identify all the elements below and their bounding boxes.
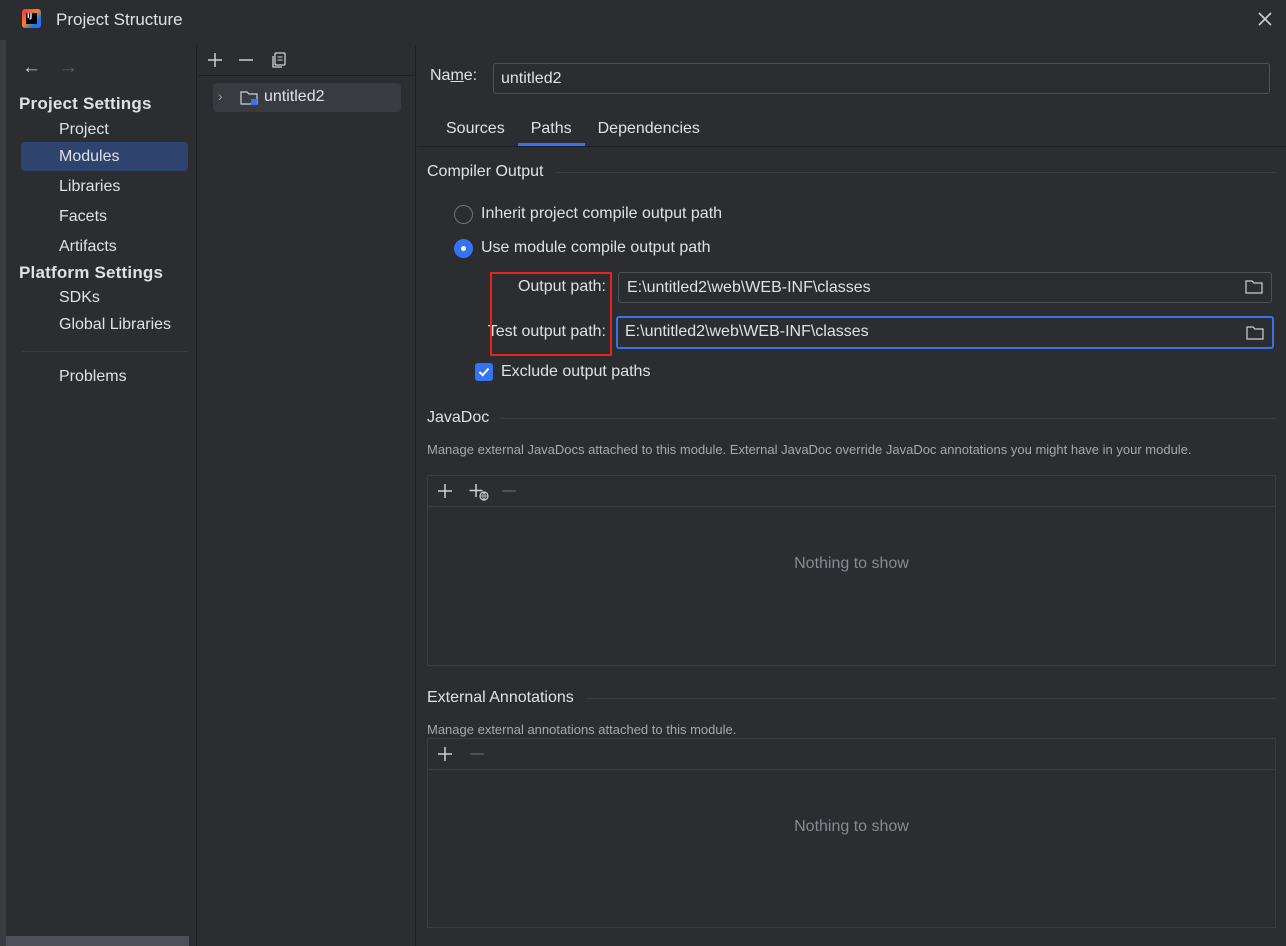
output-path-input[interactable]: E:\untitled2\web\WEB-INF\classes xyxy=(618,272,1272,303)
nav-item-facets[interactable]: Facets xyxy=(21,202,188,231)
add-icon[interactable] xyxy=(206,51,224,69)
nav-scrollbar[interactable] xyxy=(6,936,189,946)
browse-folder-icon[interactable] xyxy=(1246,325,1264,341)
nav-item-libraries[interactable]: Libraries xyxy=(21,172,188,201)
highlight-annotation-box xyxy=(490,272,612,356)
module-tree-row[interactable]: › untitled2 xyxy=(213,83,401,112)
nav-item-modules[interactable]: Modules xyxy=(21,142,188,171)
add-url-icon[interactable] xyxy=(468,482,490,502)
close-icon[interactable] xyxy=(1254,8,1276,30)
inherit-output-radio[interactable] xyxy=(454,205,473,224)
javadoc-empty-text: Nothing to show xyxy=(794,555,909,572)
compiler-output-heading: Compiler Output xyxy=(427,163,1276,181)
external-annotations-heading: External Annotations xyxy=(427,689,1276,707)
module-tree-panel: › untitled2 xyxy=(198,45,416,946)
tab-divider xyxy=(417,146,1286,147)
javadoc-list-panel: Nothing to show xyxy=(427,475,1276,666)
tab-dependencies[interactable]: Dependencies xyxy=(585,113,713,146)
browse-folder-icon[interactable] xyxy=(1245,279,1263,295)
javadoc-toolbar xyxy=(428,476,1275,507)
exclude-output-checkbox[interactable] xyxy=(475,363,493,381)
exclude-output-label: Exclude output paths xyxy=(501,363,651,380)
intellij-logo-icon: IJ xyxy=(22,9,41,28)
external-annotations-description: Manage external annotations attached to … xyxy=(427,722,737,737)
name-label: Name: xyxy=(430,67,478,84)
inherit-output-label: Inherit project compile output path xyxy=(481,205,723,222)
javadoc-description: Manage external JavaDocs attached to thi… xyxy=(427,442,1192,457)
forward-arrow-icon: → xyxy=(59,57,78,78)
external-annotations-empty-text: Nothing to show xyxy=(794,818,909,835)
module-details-panel: Name: untitled2 Sources Paths Dependenci… xyxy=(417,45,1286,946)
tab-sources[interactable]: Sources xyxy=(433,113,518,146)
back-arrow-icon[interactable]: ← xyxy=(22,57,41,79)
module-folder-icon xyxy=(240,91,258,105)
window-title: Project Structure xyxy=(56,10,183,29)
title-bar: IJ Project Structure xyxy=(0,0,1286,40)
module-tree-toolbar xyxy=(198,45,416,76)
nav-item-sdks[interactable]: SDKs xyxy=(21,283,188,312)
add-icon[interactable] xyxy=(436,745,454,763)
external-annotations-list-panel: Nothing to show xyxy=(427,738,1276,928)
settings-navigation: ← → Project Settings Project Modules Lib… xyxy=(6,45,197,946)
javadoc-heading: JavaDoc xyxy=(427,409,1276,427)
platform-settings-heading: Platform Settings xyxy=(19,263,164,282)
remove-icon[interactable] xyxy=(237,51,255,69)
test-output-path-input[interactable]: E:\untitled2\web\WEB-INF\classes xyxy=(616,316,1274,349)
external-annotations-toolbar xyxy=(428,739,1275,770)
nav-item-problems[interactable]: Problems xyxy=(21,362,188,391)
nav-item-artifacts[interactable]: Artifacts xyxy=(21,232,188,261)
chevron-right-icon[interactable]: › xyxy=(218,88,223,104)
nav-item-project[interactable]: Project xyxy=(21,115,188,144)
remove-icon xyxy=(470,753,484,755)
test-output-path-value: E:\untitled2\web\WEB-INF\classes xyxy=(625,323,869,340)
module-tabs: Sources Paths Dependencies xyxy=(433,113,713,146)
nav-divider xyxy=(22,351,188,352)
nav-item-global-libraries[interactable]: Global Libraries xyxy=(21,310,188,339)
module-name-input[interactable]: untitled2 xyxy=(493,63,1270,94)
remove-icon xyxy=(502,490,516,492)
tab-paths[interactable]: Paths xyxy=(517,113,585,146)
module-name: untitled2 xyxy=(264,88,325,105)
output-path-value: E:\untitled2\web\WEB-INF\classes xyxy=(627,279,871,296)
copy-icon[interactable] xyxy=(270,51,288,69)
project-settings-heading: Project Settings xyxy=(19,94,152,113)
add-icon[interactable] xyxy=(436,482,454,500)
use-module-output-label: Use module compile output path xyxy=(481,239,711,256)
use-module-output-radio[interactable] xyxy=(454,239,473,258)
